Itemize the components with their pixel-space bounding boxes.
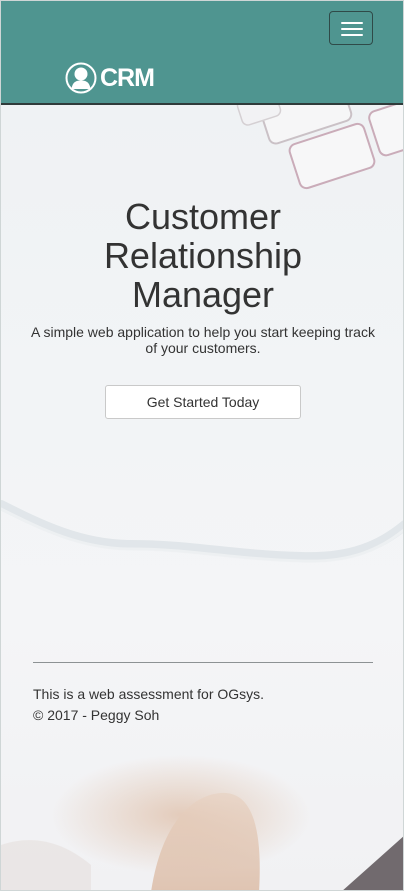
brand-text: CRM	[100, 63, 155, 92]
hamburger-menu-button[interactable]	[329, 11, 373, 45]
footer-text: This is a web assessment for OGsys.	[33, 686, 265, 702]
hamburger-menu-icon-bar	[341, 28, 363, 30]
hero-title-line: Customer	[124, 196, 282, 237]
footer-divider	[33, 662, 373, 663]
footer-copyright: © 2017 - Peggy Soh	[33, 707, 160, 723]
get-started-button[interactable]: Get Started Today	[105, 385, 301, 419]
hero-subtitle: A simple web application to help you sta…	[31, 324, 375, 356]
navbar: CRM	[1, 1, 403, 105]
hero-title-line: Relationship	[103, 235, 303, 276]
page-frame: CRM Customer Relationship Manager A simp…	[0, 0, 404, 891]
hero-title: Customer Relationship Manager	[1, 196, 403, 315]
brand-logo-link[interactable]: CRM	[65, 61, 155, 95]
hamburger-menu-icon	[341, 22, 363, 24]
user-silhouette-icon	[65, 62, 97, 94]
hamburger-menu-icon-bar	[341, 34, 363, 36]
hero-title-line: Manager	[131, 274, 275, 315]
keyboard-keys	[236, 105, 403, 190]
